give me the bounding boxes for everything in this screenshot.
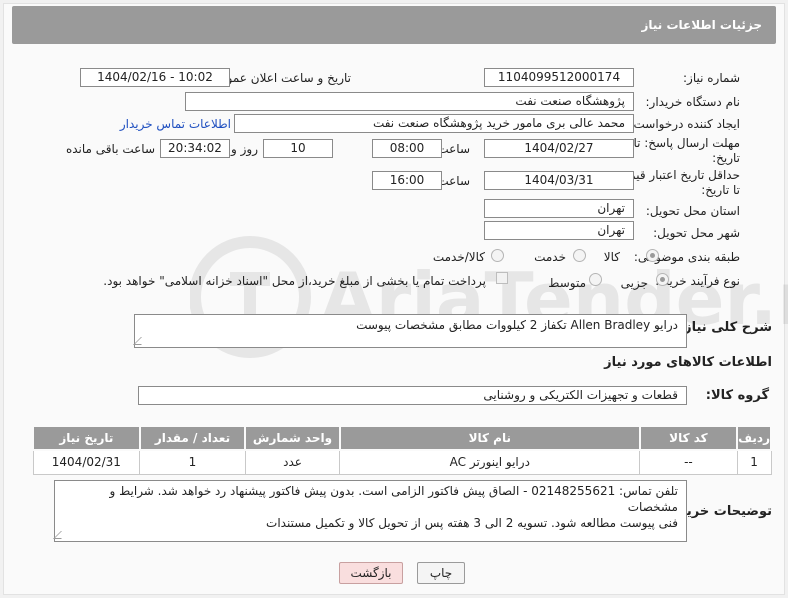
creator-field: محمد عالی بری مامور خرید پژوهشگاه صنعت ن…: [234, 114, 634, 133]
days-label: روز و: [231, 142, 258, 156]
cell-row: 1: [736, 449, 772, 475]
category-goods-radio[interactable]: [646, 249, 659, 262]
remaining-time-field: 20:34:02: [160, 139, 230, 158]
goods-group-label: گروه کالا:: [705, 388, 769, 403]
col-quantity: تعداد / مقدار: [138, 425, 247, 451]
cell-code: --: [639, 449, 738, 475]
description-label: شرح کلی نیاز:: [678, 320, 772, 335]
need-number-label: شماره نیاز:: [683, 71, 740, 85]
announce-field: 1404/02/16 - 10:02: [80, 68, 230, 87]
buyer-notes-line-1: تلفن تماس: 02148255621 - الصاق پیش فاکتو…: [109, 484, 678, 514]
resize-handle-icon[interactable]: [133, 337, 149, 345]
category-service-label: خدمت: [534, 250, 566, 264]
table-row: 1 -- درایو اینورتر AC عدد 1 1404/02/31: [32, 449, 772, 475]
province-field: تهران: [484, 199, 634, 218]
buyer-notes-textarea[interactable]: تلفن تماس: 02148255621 - الصاق پیش فاکتو…: [53, 480, 687, 542]
buyer-org-field: پژوهشگاه صنعت نفت: [185, 92, 634, 111]
validity-time-field: 16:00: [372, 171, 442, 190]
cell-need-date: 1404/02/31: [32, 449, 141, 475]
goods-info-title: اطلاعات کالاهای مورد نیاز: [604, 355, 772, 370]
resize-handle-icon[interactable]: [53, 531, 69, 539]
deadline-date-field: 1404/02/27: [484, 139, 634, 158]
process-partial-radio[interactable]: [656, 273, 669, 286]
back-button[interactable]: بازگشت: [339, 562, 403, 584]
category-both-label: کالا/خدمت: [432, 250, 485, 264]
col-name: نام کالا: [338, 425, 641, 451]
description-textarea[interactable]: درایو Allen Bradley تکفاز 2 کیلووات مطاب…: [133, 314, 687, 348]
print-button[interactable]: چاپ: [417, 562, 465, 584]
creator-label: ایجاد کننده درخواست:: [629, 117, 740, 131]
deadline-label-2: تاریخ:: [712, 151, 740, 165]
deadline-time-label: ساعت: [437, 142, 470, 156]
items-table: ردیف کد کالا نام کالا واحد شمارش تعداد /…: [32, 425, 772, 475]
process-medium-label: متوسط: [548, 276, 586, 290]
validity-label-2: تا تاریخ:: [701, 183, 740, 197]
need-number-field: 1104099512000174: [484, 68, 634, 87]
cell-quantity: 1: [139, 449, 246, 475]
cell-unit: عدد: [244, 449, 341, 475]
cell-name: درایو اینورتر AC: [339, 449, 641, 475]
province-label: استان محل تحویل:: [645, 204, 740, 218]
items-table-header: ردیف کد کالا نام کالا واحد شمارش تعداد /…: [32, 425, 772, 451]
col-row: ردیف: [736, 425, 772, 451]
category-goods-label: کالا: [603, 250, 620, 264]
page-header: جزئیات اطلاعات نیاز: [12, 6, 776, 44]
goods-group-field: قطعات و تجهیزات الکتریکی و روشنایی: [138, 386, 687, 405]
city-field: تهران: [484, 221, 634, 240]
col-need-date: تاریخ نیاز: [32, 425, 141, 451]
validity-date-field: 1404/03/31: [484, 171, 634, 190]
deadline-label-1: مهلت ارسال پاسخ: تا: [633, 136, 740, 150]
deadline-time-field: 08:00: [372, 139, 442, 158]
treasury-payment-checkbox[interactable]: [496, 272, 508, 284]
col-unit: واحد شمارش: [244, 425, 341, 451]
description-text: درایو Allen Bradley تکفاز 2 کیلووات مطاب…: [356, 318, 678, 332]
process-partial-label: جزیی: [620, 276, 648, 290]
category-service-radio[interactable]: [573, 249, 586, 262]
buyer-notes-line-2: فنی پیوست مطالعه شود. تسویه 2 الی 3 هفته…: [266, 516, 678, 530]
payment-note: پرداخت تمام یا بخشی از مبلغ خرید،از محل …: [103, 274, 486, 288]
buyer-org-label: نام دستگاه خریدار:: [645, 95, 741, 109]
process-medium-radio[interactable]: [589, 273, 602, 286]
category-both-radio[interactable]: [491, 249, 504, 262]
remaining-label: ساعت باقی مانده: [65, 142, 155, 156]
col-code: کد کالا: [638, 425, 739, 451]
days-field: 10: [263, 139, 333, 158]
contact-info-link[interactable]: اطلاعات تماس خریدار: [120, 117, 231, 131]
page-title: جزئیات اطلاعات نیاز: [641, 18, 762, 32]
validity-time-label: ساعت: [437, 174, 470, 188]
city-label: شهر محل تحویل:: [653, 226, 740, 240]
